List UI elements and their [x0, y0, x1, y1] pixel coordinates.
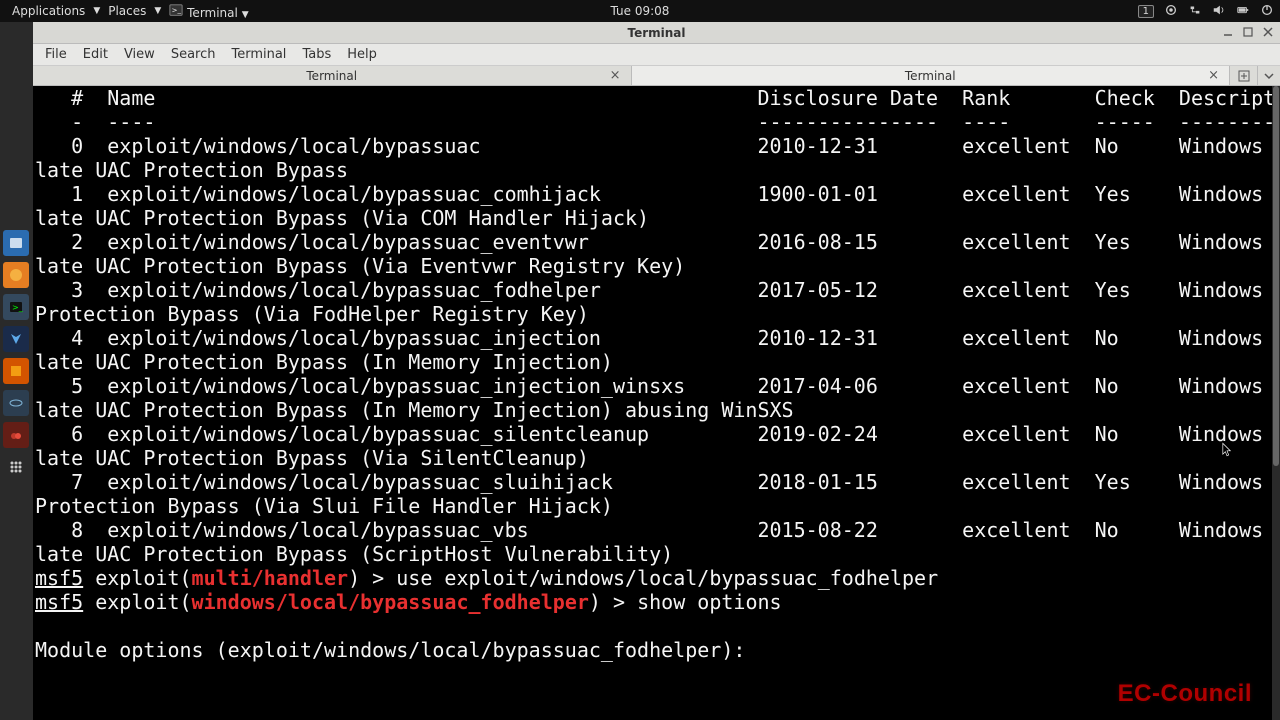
- gnome-topbar: Applications▼ Places▼ >_ Terminal ▼ Tue …: [0, 0, 1280, 22]
- record-icon[interactable]: [1164, 3, 1178, 20]
- metasploit-launcher[interactable]: [3, 326, 29, 352]
- firefox-launcher[interactable]: [3, 262, 29, 288]
- menu-tabs[interactable]: Tabs: [294, 45, 339, 64]
- workspace-indicator[interactable]: 1: [1138, 5, 1154, 18]
- tab-close-icon[interactable]: ×: [606, 68, 625, 83]
- svg-text:>_: >_: [12, 303, 24, 312]
- close-button[interactable]: [1260, 24, 1276, 40]
- terminal-launcher[interactable]: >_: [3, 294, 29, 320]
- terminal-icon: >_: [169, 3, 183, 17]
- wireshark-launcher[interactable]: [3, 390, 29, 416]
- terminal-output[interactable]: # Name Disclosure Date Rank Check Descri…: [33, 86, 1280, 720]
- battery-icon[interactable]: [1236, 3, 1250, 20]
- tab-terminal-1[interactable]: Terminal ×: [33, 66, 632, 85]
- scrollbar-thumb[interactable]: [1273, 86, 1279, 466]
- menu-file[interactable]: File: [37, 45, 75, 64]
- power-icon[interactable]: [1260, 3, 1274, 20]
- applications-menu[interactable]: Applications: [6, 2, 91, 20]
- menu-edit[interactable]: Edit: [75, 45, 116, 64]
- places-menu[interactable]: Places: [102, 2, 152, 20]
- volume-icon[interactable]: [1212, 3, 1226, 20]
- maximize-button[interactable]: [1240, 24, 1256, 40]
- tab-close-icon[interactable]: ×: [1204, 68, 1223, 83]
- tab-label: Terminal: [905, 69, 956, 83]
- armitage-launcher[interactable]: [3, 358, 29, 384]
- left-dock: >_: [3, 230, 29, 480]
- terminal-scrollbar[interactable]: [1272, 86, 1280, 720]
- tab-bar: Terminal × Terminal ×: [33, 66, 1280, 86]
- network-icon[interactable]: [1188, 3, 1202, 20]
- show-apps[interactable]: [3, 454, 29, 480]
- tab-label: Terminal: [306, 69, 357, 83]
- clock[interactable]: Tue 09:08: [611, 4, 670, 18]
- tab-terminal-2[interactable]: Terminal ×: [632, 66, 1231, 85]
- new-tab-button[interactable]: [1230, 66, 1258, 85]
- menu-terminal[interactable]: Terminal: [223, 45, 294, 64]
- active-window-menu[interactable]: >_ Terminal ▼: [163, 1, 254, 22]
- menu-search[interactable]: Search: [163, 45, 224, 64]
- cherrytree-launcher[interactable]: [3, 422, 29, 448]
- menu-help[interactable]: Help: [339, 45, 385, 64]
- watermark: EC-Council: [1118, 680, 1252, 708]
- files-launcher[interactable]: [3, 230, 29, 256]
- window-titlebar[interactable]: Terminal: [33, 22, 1280, 44]
- menu-view[interactable]: View: [116, 45, 163, 64]
- tab-menu-button[interactable]: [1258, 66, 1280, 85]
- window-title: Terminal: [627, 26, 685, 40]
- minimize-button[interactable]: [1220, 24, 1236, 40]
- svg-text:>_: >_: [172, 6, 182, 14]
- menubar: File Edit View Search Terminal Tabs Help: [33, 44, 1280, 66]
